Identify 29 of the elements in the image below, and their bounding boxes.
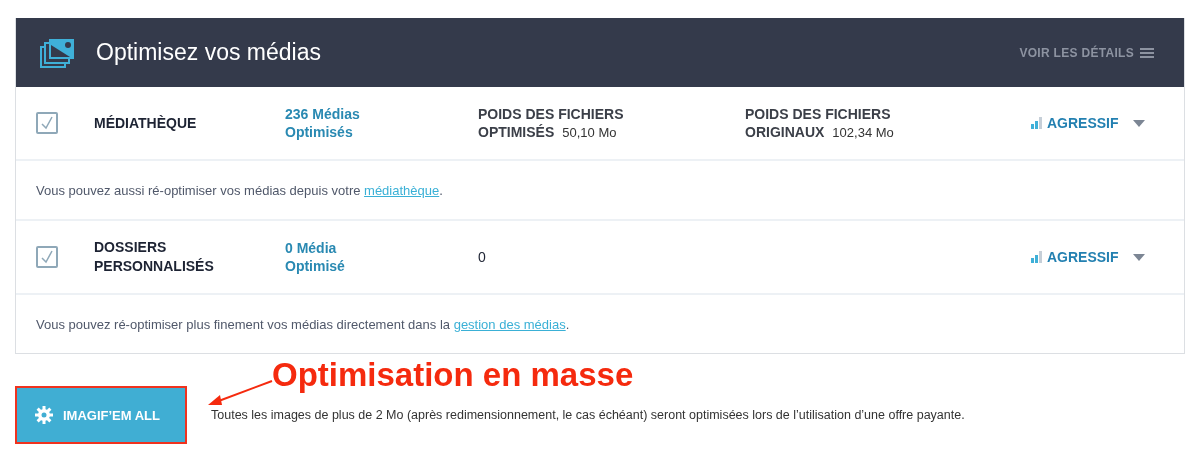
menu-icon (1140, 47, 1154, 58)
gear-icon (35, 406, 53, 424)
caret-icon (1132, 253, 1145, 261)
level-dropdown[interactable]: AGRESSIF (1031, 249, 1145, 265)
bulk-note: Toutes les images de plus de 2 Mo (après redimensionnement, le cas échéant) seront optimisées lors de l’utilisation d’une offre payante. (211, 408, 965, 422)
file-weight: POIDS DES FICHIERS OPTIMISÉS 50,10 Mo (478, 104, 625, 142)
check-icon (40, 250, 54, 264)
optimized-count[interactable]: 236 Médias Optimisés (285, 105, 395, 141)
signal-bars-icon (1031, 251, 1043, 263)
signal-bars-icon (1031, 117, 1043, 129)
notice-text: Vous pouvez aussi ré-optimiser vos médias depuis votre médiathèque. (36, 182, 443, 198)
annotation-arrow (206, 378, 274, 408)
checkbox[interactable] (36, 246, 58, 268)
row-label: MÉDIATHÈQUE (94, 113, 198, 133)
checkbox[interactable] (36, 112, 58, 134)
notice-link[interactable]: gestion des médias (453, 316, 566, 332)
level-dropdown[interactable]: AGRESSIF (1031, 115, 1145, 131)
file-weight: POIDS DES FICHIERS ORIGINAUX 102,34 Mo (745, 104, 895, 142)
row-label: DOSSIERS PERSONNALISÉS (94, 238, 215, 276)
notice-text: Vous pouvez ré-optimiser plus finement vos médias directement dans la gestion des médias. (36, 316, 570, 332)
caret-icon (1132, 119, 1145, 127)
file-weight: 0 (478, 248, 487, 266)
details-link[interactable]: VOIR LES DÉTAILS (1019, 45, 1154, 60)
images-icon (40, 36, 76, 69)
check-icon (40, 116, 54, 130)
annotation-text: Optimisation en masse (272, 356, 634, 394)
optimized-count[interactable]: 0 Média Optimisé (285, 239, 395, 275)
page-title: Optimisez vos médias (96, 39, 322, 66)
bulk-optimize-button[interactable]: IMAGIF’EM ALL (15, 386, 187, 444)
